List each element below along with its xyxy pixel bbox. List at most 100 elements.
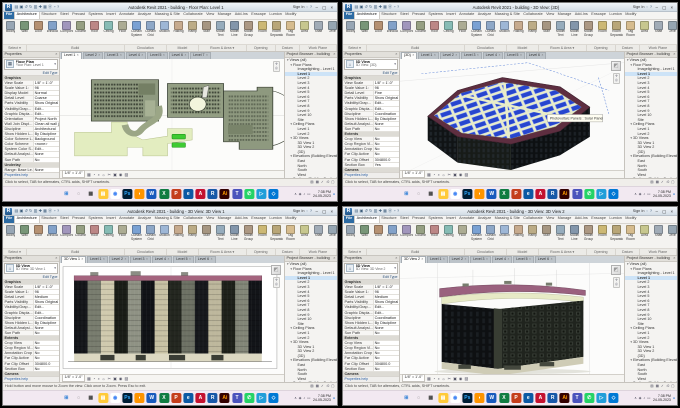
- ribbon-tab[interactable]: Massing & Site: [493, 216, 522, 223]
- qat-icon[interactable]: ◔: [53, 5, 55, 9]
- tray-icons[interactable]: ∧ ◈ ♪ ▭: [294, 192, 311, 196]
- close-icon[interactable]: ×: [333, 52, 335, 56]
- search-icon[interactable]: ◌: [414, 189, 424, 199]
- ribbon-panel-label[interactable]: Datum: [276, 45, 300, 51]
- qat-icon[interactable]: ▣: [19, 5, 23, 9]
- ribbon-tool-button[interactable]: Level: [326, 20, 337, 34]
- ribbon-panel-label[interactable]: Work Plane: [640, 45, 677, 51]
- ribbon-tool-button[interactable]: Curtain Grid: [484, 224, 497, 242]
- search-icon[interactable]: ◌: [646, 5, 648, 9]
- taskbar-clock[interactable]: 7:38 PM 24-05-2023: [313, 394, 331, 402]
- ribbon-tool-button[interactable]: Model Text: [554, 224, 567, 242]
- ribbon-tab[interactable]: Structure: [40, 216, 59, 223]
- teams-icon[interactable]: T: [572, 189, 583, 199]
- navigation-bar[interactable]: ✛ ◎: [273, 276, 280, 289]
- ribbon-tool-button[interactable]: Tag Room: [624, 224, 637, 242]
- edge-icon[interactable]: e: [183, 393, 194, 403]
- ribbon-tool-button[interactable]: Column: [74, 224, 87, 238]
- viewcube[interactable]: ◩: [611, 60, 621, 71]
- qat-icon[interactable]: ▥: [34, 5, 38, 9]
- ribbon-tab[interactable]: View: [204, 216, 216, 223]
- ribbon-panel-label[interactable]: Circulation: [125, 45, 167, 51]
- ribbon-tool-button[interactable]: Level: [326, 224, 337, 238]
- status-controls[interactable]: ▧ ▦ ✓ :0 ▢: [650, 180, 675, 184]
- ribbon-tool-button[interactable]: Wall: [18, 20, 31, 34]
- powerpoint-icon[interactable]: P: [511, 189, 522, 199]
- search-icon[interactable]: ◌: [306, 209, 308, 213]
- qat-icon[interactable]: ?: [397, 209, 399, 213]
- ribbon-tab[interactable]: Systems: [87, 216, 105, 223]
- ribbon-tab[interactable]: Massing & Site: [493, 12, 522, 19]
- illustrator-icon[interactable]: Ai: [219, 393, 230, 403]
- chrome-icon[interactable]: ◉: [450, 393, 461, 403]
- ribbon-tab[interactable]: Annotate: [117, 216, 136, 223]
- autocad-icon[interactable]: A: [195, 189, 206, 199]
- qat-icon[interactable]: ?: [397, 5, 399, 9]
- ribbon-tab[interactable]: Annotate: [117, 12, 136, 19]
- ribbon-tab[interactable]: Systems: [427, 216, 445, 223]
- ribbon-tab[interactable]: Architecture: [13, 216, 40, 223]
- qat-icon[interactable]: ✚: [379, 209, 382, 213]
- ribbon-tool-button[interactable]: Tag Room: [284, 20, 297, 38]
- ribbon-tool-button[interactable]: Floor: [116, 224, 129, 238]
- ribbon-tab[interactable]: Analyze: [136, 12, 153, 19]
- qat-icon[interactable]: ↺: [24, 209, 27, 213]
- ribbon-tab[interactable]: Systems: [87, 12, 105, 19]
- ribbon-tool-button[interactable]: Model Line: [228, 20, 241, 38]
- drawing-area-elevation[interactable]: ◩ ✛ ◎: [60, 262, 284, 374]
- qat-icon[interactable]: Ⓐ: [48, 5, 52, 9]
- ribbon-panel-label[interactable]: Room & Area ▾: [539, 249, 587, 255]
- ribbon-tab[interactable]: File: [4, 12, 14, 19]
- firefox-icon[interactable]: ◗: [474, 189, 485, 199]
- ribbon-tool-button[interactable]: Window: [386, 224, 399, 238]
- ribbon-tool-button[interactable]: Railing: [512, 224, 525, 238]
- qat-icon[interactable]: ▤: [355, 5, 359, 9]
- ribbon-tab[interactable]: View: [204, 12, 216, 19]
- ribbon-tool-button[interactable]: Model Group: [582, 224, 595, 242]
- ribbon-tab[interactable]: Annotate: [457, 12, 476, 19]
- type-selector[interactable]: ⌂ 3D View 3D View: 3D View 2 ▾: [344, 262, 398, 274]
- revit-icon[interactable]: R: [547, 393, 558, 403]
- ribbon-tab[interactable]: Architecture: [353, 216, 380, 223]
- task-view-icon[interactable]: ▦: [426, 189, 436, 199]
- ribbon-tool-button[interactable]: Room Separator: [270, 20, 283, 38]
- ribbon-tool-button[interactable]: Railing: [512, 20, 525, 34]
- ribbon-tab[interactable]: Structure: [380, 216, 399, 223]
- ribbon-tool-button[interactable]: Room: [596, 20, 609, 34]
- ribbon-tab[interactable]: Structure: [40, 12, 59, 19]
- notification-icon[interactable]: ●: [333, 192, 335, 196]
- start-icon[interactable]: ⊞: [401, 189, 411, 199]
- search-icon[interactable]: ◌: [74, 189, 84, 199]
- ribbon-tab[interactable]: Massing & Site: [153, 12, 182, 19]
- minimize-button[interactable]: –: [314, 208, 321, 215]
- ribbon-tool-button[interactable]: Ceiling: [442, 224, 455, 238]
- ribbon-panel-label[interactable]: Room & Area ▾: [199, 45, 247, 51]
- ribbon-tab[interactable]: Steel: [398, 216, 410, 223]
- qat-icon[interactable]: ▥: [374, 5, 378, 9]
- illustrator-icon[interactable]: Ai: [559, 189, 570, 199]
- tree-item[interactable]: ▾Elevations (Building Elevation): [625, 154, 677, 159]
- ribbon-tool-button[interactable]: Room: [256, 224, 269, 238]
- tree-item[interactable]: ▾Elevations (Building Elevation): [285, 154, 337, 159]
- ribbon-tool-button[interactable]: Model Group: [242, 20, 255, 38]
- ribbon-panel-label[interactable]: Select ▾: [343, 249, 368, 255]
- ribbon-tool-button[interactable]: Curtain System: [470, 20, 483, 38]
- ribbon-tool-button[interactable]: Wall: [358, 224, 371, 238]
- drawing-area-floor-plan[interactable]: ✛ ◎: [60, 58, 284, 170]
- ribbon-tool-button[interactable]: Component: [400, 224, 413, 238]
- file-explorer-icon[interactable]: ▤: [97, 189, 108, 199]
- ribbon-tool-button[interactable]: Mullion: [158, 20, 171, 34]
- viewcube[interactable]: ◩: [611, 264, 621, 275]
- powerpoint-icon[interactable]: P: [511, 393, 522, 403]
- ribbon-tool-button[interactable]: Modify: [344, 224, 357, 238]
- viewcube[interactable]: ◩: [271, 264, 281, 275]
- ribbon-tool-button[interactable]: Roof: [88, 224, 101, 238]
- ribbon-tab[interactable]: Lumion: [268, 12, 284, 19]
- view-control-icons[interactable]: ▦ ◔ ◑ ☼ ✂ ▣ ◉ ▧: [87, 376, 129, 381]
- ribbon-tool-button[interactable]: Door: [32, 20, 45, 34]
- qat-icon[interactable]: ▣: [19, 209, 23, 213]
- qat-icon[interactable]: ▦: [383, 5, 387, 9]
- close-icon[interactable]: ×: [55, 256, 57, 260]
- ribbon-tab[interactable]: Precast: [410, 216, 426, 223]
- ribbon-tool-button[interactable]: Room: [596, 224, 609, 238]
